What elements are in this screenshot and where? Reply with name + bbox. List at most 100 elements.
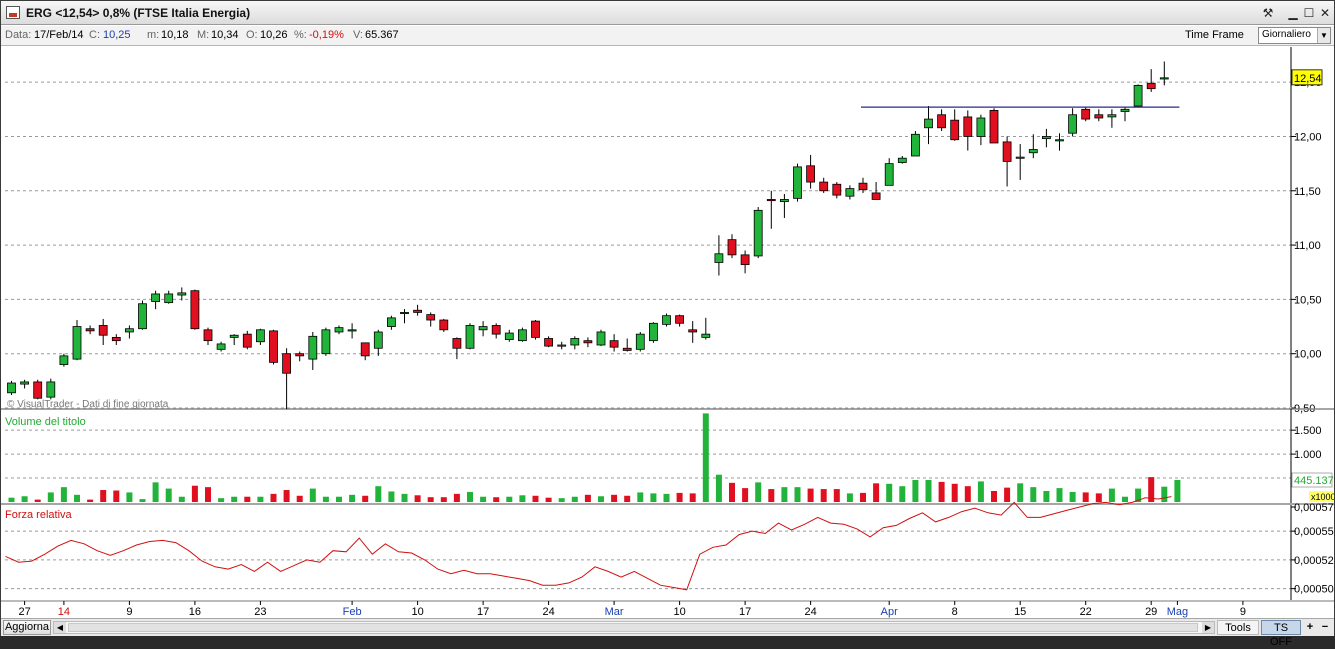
scroll-thumb[interactable] xyxy=(68,623,1198,632)
volume-bar xyxy=(873,483,880,502)
close-icon[interactable]: ✕ xyxy=(1317,5,1333,21)
candle-down xyxy=(950,119,960,141)
date-tick-label: 9 xyxy=(1240,606,1246,618)
candle-up xyxy=(780,199,789,203)
candle-down xyxy=(688,329,698,333)
volume-bar xyxy=(860,492,866,502)
zoom-in-button[interactable]: + xyxy=(1303,620,1317,635)
volume-bar xyxy=(715,474,722,502)
min-label: m: xyxy=(147,29,160,41)
candle-up xyxy=(151,293,161,302)
maximize-icon[interactable]: ☐ xyxy=(1301,5,1317,21)
volume-bar xyxy=(480,496,487,502)
date-tick-label: 23 xyxy=(254,606,266,618)
chart-area[interactable]: 9,5010,0010,5011,0011,5012,0012,5012,54©… xyxy=(1,47,1334,618)
candle-up xyxy=(164,293,174,304)
candle-up xyxy=(255,329,265,343)
candle-up xyxy=(662,315,671,325)
volume-bar xyxy=(663,493,670,502)
candle-up xyxy=(20,381,30,385)
candle-up xyxy=(308,335,318,360)
volume-bar xyxy=(296,495,303,502)
time-frame-select[interactable]: Giornaliero ▼ xyxy=(1258,27,1331,44)
candle-up xyxy=(1028,149,1038,154)
volume-bar xyxy=(453,493,460,502)
candle-up xyxy=(321,329,331,355)
candle-up xyxy=(72,326,82,360)
tools-button[interactable]: Tools xyxy=(1217,620,1259,635)
candle-up xyxy=(334,327,344,333)
volume-bar xyxy=(912,479,919,502)
horizontal-scrollbar[interactable]: ◀ ▶ xyxy=(53,621,1215,634)
candle-down xyxy=(33,381,43,399)
candle-up xyxy=(400,312,409,315)
tools-icon[interactable]: ⚒ xyxy=(1260,5,1276,21)
date-tick-label: 14 xyxy=(58,606,70,618)
volume-bar xyxy=(991,490,997,502)
volume-unit-label: x1000 xyxy=(1311,492,1334,502)
volume-bar xyxy=(74,494,80,502)
candle-up xyxy=(518,329,527,342)
price-tick-label: 10,50 xyxy=(1294,294,1322,306)
volume-bar xyxy=(440,497,447,502)
title-bar[interactable]: ERG <12,54> 0,8% (FTSE Italia Energia) ⚒… xyxy=(1,1,1334,25)
ts-off-button[interactable]: TS OFF xyxy=(1261,620,1301,648)
scroll-right-icon[interactable]: ▶ xyxy=(1202,622,1214,633)
chart-app-icon xyxy=(6,6,20,19)
volume-bar xyxy=(388,491,395,502)
candle-up xyxy=(714,253,724,263)
candle-up xyxy=(177,292,187,296)
candle-up xyxy=(753,209,763,257)
price-panel: 9,5010,0010,5011,0011,5012,0012,5012,54©… xyxy=(1,47,1334,415)
volume-bar xyxy=(165,488,172,502)
candle-down xyxy=(806,165,815,183)
watermark-text: © VisualTrader - Dati di fine giornata xyxy=(7,399,169,410)
candle-down xyxy=(452,338,462,349)
volume-bar xyxy=(322,496,329,502)
candle-down xyxy=(832,183,842,196)
volume-tick-label: 1.500 xyxy=(1294,425,1322,437)
candle-down xyxy=(426,314,436,321)
volume-bar xyxy=(506,496,513,502)
window-title: ERG <12,54> 0,8% (FTSE Italia Energia) xyxy=(26,6,251,20)
volume-panel-title: Volume del titolo xyxy=(5,416,86,428)
scroll-left-icon[interactable]: ◀ xyxy=(54,622,66,633)
volume-bar xyxy=(938,481,945,502)
candle-up xyxy=(229,334,239,338)
candle-down xyxy=(609,340,619,348)
price-tick-label: 10,00 xyxy=(1294,349,1322,361)
volume-bar xyxy=(637,492,644,502)
minimize-icon[interactable]: ▁ xyxy=(1285,5,1301,21)
volume-bar xyxy=(899,486,906,502)
candle-down xyxy=(190,290,200,330)
volume-bar xyxy=(951,483,958,502)
candle-up xyxy=(557,344,567,347)
volume-bar xyxy=(493,497,500,502)
price-tick-label: 12,00 xyxy=(1294,131,1322,143)
volume-bar xyxy=(401,493,408,502)
candle-up xyxy=(976,117,986,137)
candle-down xyxy=(727,239,737,256)
volume-bar xyxy=(1108,488,1115,502)
candle-down xyxy=(360,342,370,357)
candle-down xyxy=(242,333,252,348)
volume-bar xyxy=(1122,496,1128,502)
candle-up xyxy=(635,333,645,350)
volume-bar xyxy=(34,499,41,502)
date-tick-label: Mar xyxy=(605,606,624,618)
volume-bar xyxy=(755,482,762,502)
volume-bar xyxy=(742,488,749,502)
time-frame-value: Giornaliero xyxy=(1262,29,1311,40)
candle-down xyxy=(1094,114,1104,119)
candle-up xyxy=(596,331,606,346)
date-tick-label: 16 xyxy=(189,606,201,618)
zoom-out-button[interactable]: − xyxy=(1318,620,1332,635)
date-tick-label: 8 xyxy=(952,606,958,618)
candle-up xyxy=(649,322,658,342)
volume-bar xyxy=(126,492,133,502)
date-axis: 27 14 9 16 23 Feb 10 17 24 Mar 10 17 24 Apr 8 15 22 29 Mag… xyxy=(1,600,1334,618)
rs-tick-label: 0,00050 xyxy=(1294,584,1334,596)
date-tick-label: 24 xyxy=(542,606,554,618)
refresh-button[interactable]: Aggiorna xyxy=(3,620,51,635)
volume-bar xyxy=(375,486,382,502)
